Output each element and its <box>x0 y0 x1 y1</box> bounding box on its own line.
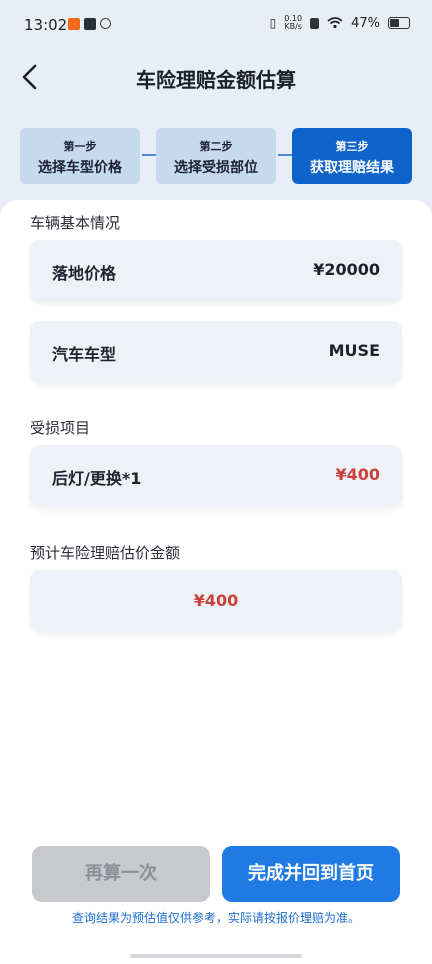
price-value: ¥20000 <box>313 260 380 279</box>
app-notification-icon <box>68 18 80 30</box>
header: 车险理赔金额估算 <box>0 52 432 102</box>
price-label: 落地价格 <box>52 264 117 283</box>
model-card: 汽车车型 MUSE <box>30 321 402 383</box>
estimate-value: ¥400 <box>193 591 239 610</box>
battery-percent: 47% <box>351 15 380 31</box>
vibrate-icon: ▯ <box>269 16 277 30</box>
net-speed: 0.10 KB/s <box>284 15 302 31</box>
recalculate-button[interactable]: 再算一次 <box>32 846 210 902</box>
damage-item-card: 后灯/更换*1 ¥400 <box>30 445 402 507</box>
model-value: MUSE <box>328 341 380 360</box>
vehicle-section-title: 车辆基本情况 <box>30 214 121 232</box>
net-speed-unit: KB/s <box>284 22 302 31</box>
step-3: 第三步 获取理赔结果 <box>292 128 412 184</box>
step-2: 第二步 选择受损部位 <box>156 128 276 184</box>
play-notification-icon <box>84 18 96 30</box>
damage-item-value: ¥400 <box>335 465 380 484</box>
step-1-number: 第一步 <box>63 140 97 153</box>
disclaimer-note: 查询结果为预估值仅供参考，实际请按报价理赔为准。 <box>71 911 360 925</box>
status-time: 13:02 <box>24 16 68 34</box>
wifi-icon <box>327 17 343 29</box>
status-right: ▯ 0.10 KB/s 47% <box>270 15 410 31</box>
step-1-label: 选择车型价格 <box>38 160 122 176</box>
finish-home-button[interactable]: 完成并回到首页 <box>222 846 400 902</box>
damage-item-label: 后灯/更换*1 <box>52 469 142 488</box>
sim-off-icon <box>310 17 320 29</box>
sync-notification-icon <box>100 18 111 29</box>
step-2-number: 第二步 <box>199 140 233 153</box>
estimate-section-title: 预计车险理赔估价金额 <box>30 544 181 562</box>
step-2-label: 选择受损部位 <box>174 160 258 176</box>
model-label: 汽车车型 <box>52 345 117 364</box>
home-indicator[interactable] <box>130 954 302 958</box>
page-title: 车险理赔金额估算 <box>136 68 296 92</box>
notification-icons <box>68 18 111 30</box>
price-card: 落地价格 ¥20000 <box>30 240 402 302</box>
damage-section-title: 受损项目 <box>30 419 91 437</box>
step-1: 第一步 选择车型价格 <box>20 128 140 184</box>
step-progress: 第一步 选择车型价格 第二步 选择受损部位 第三步 获取理赔结果 <box>20 128 412 184</box>
battery-icon <box>388 17 410 29</box>
step-3-number: 第三步 <box>335 140 369 153</box>
step-3-label: 获取理赔结果 <box>310 160 394 176</box>
estimate-card: ¥400 <box>30 570 402 632</box>
status-bar: 13:02 ▯ 0.10 KB/s 47% <box>0 0 432 50</box>
